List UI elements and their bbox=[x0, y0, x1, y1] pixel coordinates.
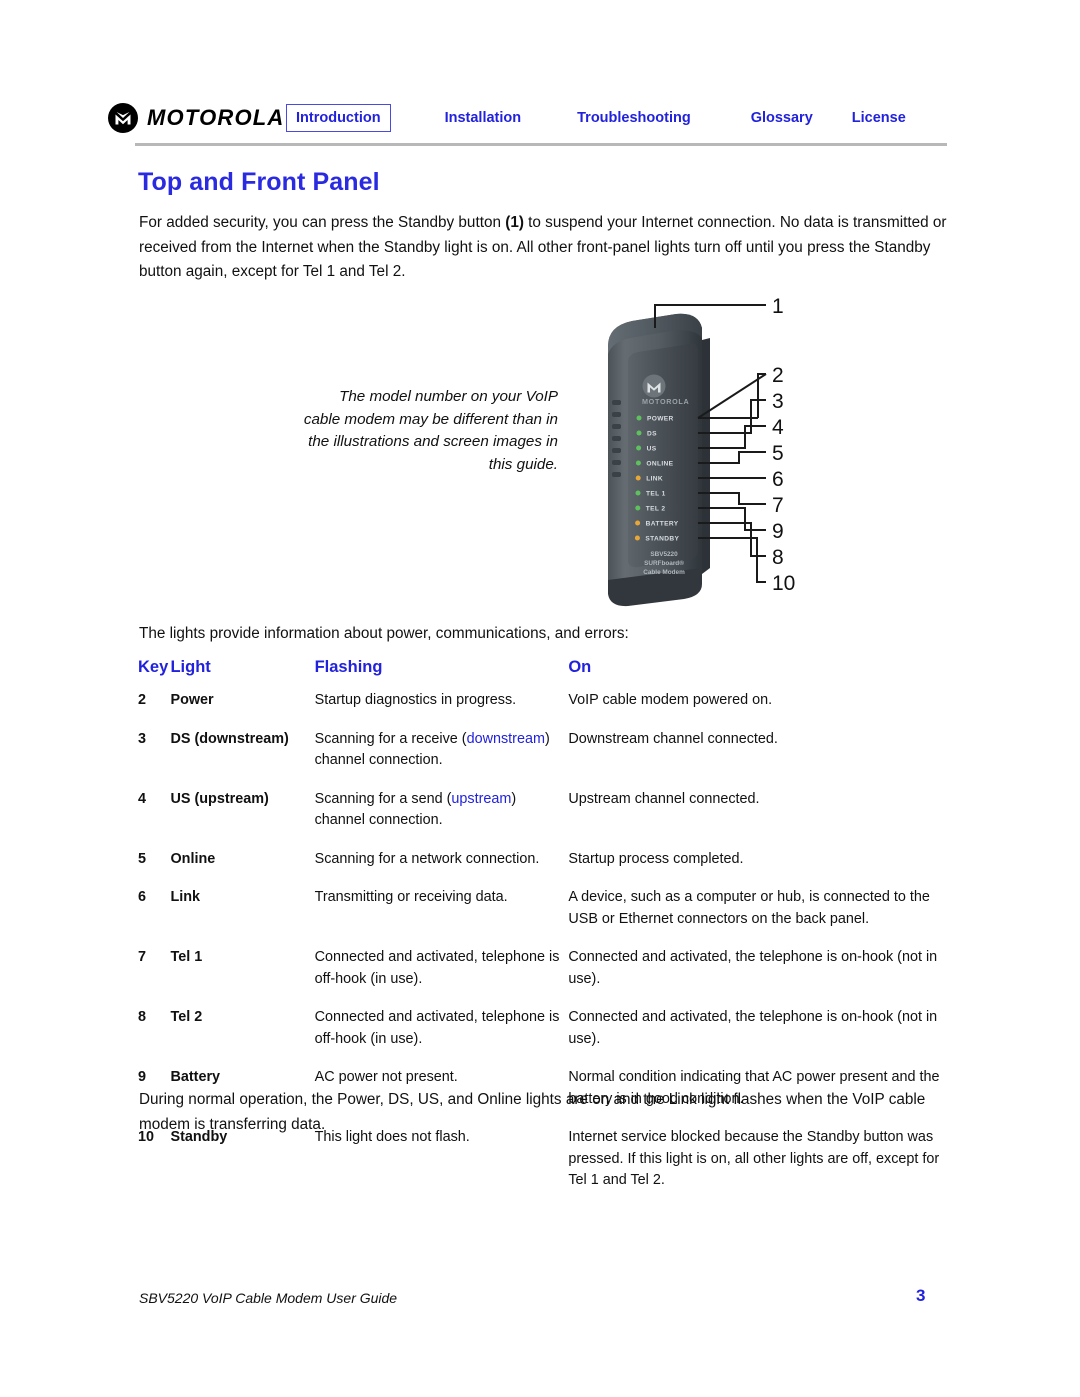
nav-item-introduction[interactable]: Introduction bbox=[286, 104, 391, 132]
column-header-key: Key bbox=[138, 658, 169, 676]
cell-key: 2 bbox=[138, 692, 147, 708]
cell-on: Upstream channel connected. bbox=[568, 790, 760, 807]
cell-flashing: Startup diagnostics in progress. bbox=[314, 692, 517, 708]
svg-text:2: 2 bbox=[772, 364, 784, 387]
cell-on: Connected and activated, the telephone i… bbox=[568, 1009, 938, 1047]
column-header-flashing: Flashing bbox=[314, 658, 383, 676]
cell-flashing: Scanning for a network connection. bbox=[314, 850, 540, 867]
cell-flashing: Connected and activated, telephone is of… bbox=[314, 1009, 560, 1047]
svg-text:7: 7 bbox=[772, 494, 784, 517]
cell-key: 6 bbox=[138, 889, 147, 905]
intro-text-part1: For added security, you can press the St… bbox=[139, 214, 506, 231]
table-row: 5 Online Scanning for a network connecti… bbox=[138, 849, 950, 888]
column-header-on: On bbox=[568, 658, 592, 676]
svg-text:1: 1 bbox=[772, 295, 784, 318]
cell-flashing: Connected and activated, telephone is of… bbox=[314, 949, 560, 987]
motorola-logo: MOTOROLA bbox=[108, 103, 286, 133]
motorola-wordmark: MOTOROLA bbox=[147, 105, 285, 130]
cell-light: Link bbox=[170, 889, 201, 905]
document-page: MOTOROLA Introduction Installation Troub… bbox=[0, 0, 1080, 1397]
flashing-text-pre: Scanning for a receive ( bbox=[314, 730, 467, 747]
cell-flashing: Scanning for a send (upstream) channel c… bbox=[315, 789, 569, 849]
page-title: Top and Front Panel bbox=[138, 168, 380, 196]
header-divider bbox=[135, 143, 947, 146]
cell-light: US (upstream) bbox=[170, 790, 269, 807]
lights-intro-paragraph: The lights provide information about pow… bbox=[139, 625, 629, 642]
svg-text:Cable Modem: Cable Modem bbox=[643, 569, 685, 576]
flashing-text-pre: Scanning for a send ( bbox=[314, 790, 452, 807]
glossary-link-downstream[interactable]: downstream bbox=[467, 731, 545, 747]
cell-light: Standby bbox=[170, 1129, 228, 1145]
cell-key: 3 bbox=[138, 730, 147, 747]
svg-text:TEL 1: TEL 1 bbox=[646, 491, 666, 498]
cell-key: 4 bbox=[138, 790, 147, 807]
table-row: 3 DS (downstream) Scanning for a receive… bbox=[138, 729, 950, 789]
footer-page-number: 3 bbox=[916, 1286, 926, 1305]
cell-flashing: Transmitting or receiving data. bbox=[314, 889, 508, 905]
cell-light: DS (downstream) bbox=[170, 730, 289, 747]
svg-text:BATTERY: BATTERY bbox=[646, 521, 679, 528]
svg-text:10: 10 bbox=[772, 572, 795, 595]
closing-paragraph: During normal operation, the Power, DS, … bbox=[139, 1091, 926, 1133]
svg-text:3: 3 bbox=[772, 390, 784, 413]
cell-flashing: This light does not flash. bbox=[314, 1129, 470, 1145]
cell-light: Tel 2 bbox=[170, 1009, 203, 1025]
nav-item-glossary[interactable]: Glossary bbox=[741, 104, 823, 132]
table-row: 8 Tel 2 Connected and activated, telepho… bbox=[138, 1007, 950, 1067]
column-header-light: Light bbox=[170, 658, 211, 676]
table-row: 6 Link Transmitting or receiving data. A… bbox=[138, 887, 950, 947]
cell-on: A device, such as a computer or hub, is … bbox=[568, 889, 930, 927]
svg-text:LINK: LINK bbox=[646, 476, 663, 483]
cell-on: Connected and activated, the telephone i… bbox=[568, 949, 938, 987]
svg-text:ONLINE: ONLINE bbox=[646, 461, 673, 468]
cell-key: 5 bbox=[138, 850, 147, 867]
cell-on: Startup process completed. bbox=[568, 850, 744, 867]
standby-button-reference: (1) bbox=[505, 214, 524, 231]
svg-text:SURFboard®: SURFboard® bbox=[644, 559, 684, 567]
svg-text:STANDBY: STANDBY bbox=[645, 536, 679, 543]
cell-key: 7 bbox=[138, 949, 147, 965]
cell-on: Internet service blocked because the Sta… bbox=[568, 1129, 940, 1188]
nav-item-troubleshooting[interactable]: Troubleshooting bbox=[567, 104, 701, 132]
cell-on: Downstream channel connected. bbox=[568, 730, 778, 747]
cell-light: Tel 1 bbox=[170, 949, 203, 965]
svg-text:SBV5220: SBV5220 bbox=[650, 551, 678, 558]
cell-key: 10 bbox=[138, 1129, 155, 1145]
svg-text:8: 8 bbox=[772, 546, 784, 569]
cell-light: Power bbox=[170, 692, 214, 708]
svg-text:TEL 2: TEL 2 bbox=[646, 506, 666, 513]
cell-flashing: Scanning for a receive (downstream) chan… bbox=[315, 729, 569, 789]
nav-item-installation[interactable]: Installation bbox=[435, 104, 532, 132]
table-row: 2 Power Startup diagnostics in progress.… bbox=[138, 690, 950, 729]
cell-on: VoIP cable modem powered on. bbox=[568, 692, 773, 708]
svg-text:MOTOROLA: MOTOROLA bbox=[642, 397, 689, 406]
glossary-link-upstream[interactable]: upstream bbox=[451, 791, 511, 807]
modem-illustration: MOTOROLA POWER DS US ONLINE LINK TEL 1 T… bbox=[598, 288, 823, 618]
svg-text:6: 6 bbox=[772, 468, 784, 491]
motorola-batwing-icon bbox=[108, 103, 138, 133]
table-header-row: Key Light Flashing On bbox=[138, 658, 950, 690]
svg-text:POWER: POWER bbox=[647, 416, 674, 423]
svg-text:5: 5 bbox=[772, 442, 784, 465]
table-row: 7 Tel 1 Connected and activated, telepho… bbox=[138, 947, 950, 1007]
intro-paragraph: For added security, you can press the St… bbox=[139, 211, 949, 285]
page-header: MOTOROLA Introduction Installation Troub… bbox=[108, 96, 948, 140]
svg-text:US: US bbox=[647, 446, 657, 453]
cell-light: Online bbox=[170, 850, 216, 867]
top-navigation: Introduction Installation Troubleshootin… bbox=[286, 104, 948, 132]
table-row: 10 Standby This light does not flash. In… bbox=[138, 1127, 950, 1209]
nav-item-license[interactable]: License bbox=[842, 104, 916, 132]
footer-guide-title: SBV5220 VoIP Cable Modem User Guide bbox=[139, 1290, 398, 1306]
table-row: 4 US (upstream) Scanning for a send (ups… bbox=[138, 789, 950, 849]
cell-key: 8 bbox=[138, 1009, 147, 1025]
model-number-note: The model number on your VoIP cable mode… bbox=[303, 388, 558, 473]
svg-text:DS: DS bbox=[647, 431, 657, 438]
svg-text:4: 4 bbox=[772, 416, 784, 439]
svg-text:9: 9 bbox=[772, 520, 784, 543]
